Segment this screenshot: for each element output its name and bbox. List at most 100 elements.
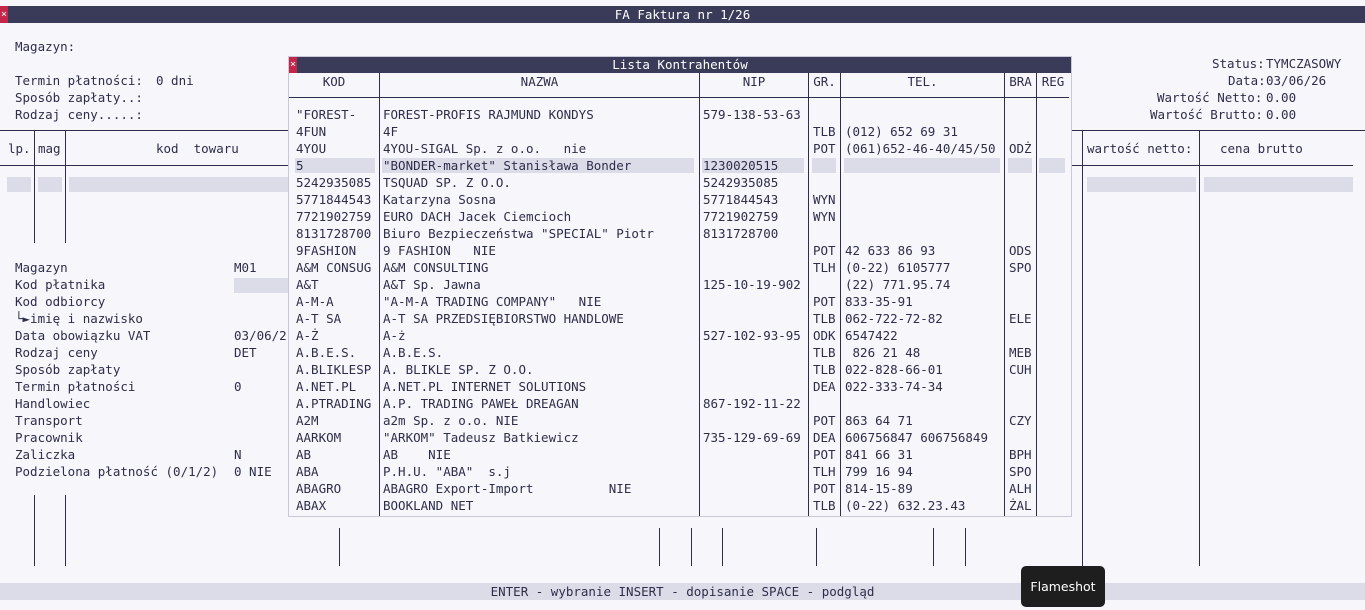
col-header-bra[interactable]: BRA — [1005, 73, 1036, 90]
cell-kod: ABAX — [296, 498, 327, 513]
contractor-row[interactable]: 5771844543 Katarzyna Sosna 5771844543 WYN — [289, 191, 1071, 208]
contractor-row[interactable]: A.PTRADING A.P. TRADING PAWEŁ DREAGAN 867-… — [289, 395, 1071, 412]
contractor-row[interactable]: A&T A&T Sp. Jawna 125-10-19-902 (22) 771.95… — [289, 276, 1071, 293]
cell-bra: SPO — [1009, 464, 1032, 479]
cell-bra: ŻAL — [1009, 498, 1032, 513]
brutto-value: 0.00 — [1266, 107, 1297, 122]
grid-divider — [34, 131, 35, 243]
contractor-row[interactable]: A&M CONSUG A&M CONSULTING TLH (0-22) 610577… — [289, 259, 1071, 276]
cell-kod: A-T SA — [296, 311, 342, 326]
cell-nazwa: Katarzyna Sosna — [383, 192, 496, 207]
grid-divider — [34, 495, 35, 566]
col-header-tel[interactable]: TEL. — [841, 73, 1004, 90]
cell-gr: POT — [813, 243, 836, 258]
contractor-row[interactable]: A-Ż A-ż 527-102-93-95 ODK 6547422 — [289, 327, 1071, 344]
footer-hints: ENTER - wybranie INSERT - dopisanie SPAC… — [0, 583, 1365, 600]
cell-nazwa: ABAGRO Export-Import NIE — [383, 481, 632, 496]
cell-bra: ODŻ — [1009, 141, 1032, 156]
cell-nazwa: A.B.E.S. — [383, 345, 444, 360]
grid-row-selected[interactable] — [38, 177, 62, 192]
kod-platnika-input[interactable] — [234, 278, 289, 293]
form-label: Zaliczka — [15, 447, 76, 462]
contractor-row[interactable]: A-M-A "A-M-A TRADING COMPANY" NIE POT 833-3… — [289, 293, 1071, 310]
contractor-row[interactable]: 4FUN 4F TLB (012) 652 69 31 — [289, 123, 1071, 140]
flameshot-tooltip: Flameshot — [1021, 566, 1105, 607]
contractor-row[interactable]: A.NET.PL A.NET.PL INTERNET SOLUTIONS DEA 02… — [289, 378, 1071, 395]
contractor-row[interactable]: 9FASHION 9 FASHION NIE POT 42 633 86 93 ODS — [289, 242, 1071, 259]
form-value[interactable]: M01 — [234, 259, 257, 276]
cell-tel: 833-35-91 — [845, 294, 913, 309]
contractor-row[interactable]: AARKOM "ARKOM" Tadeusz Batkiewicz 735-129-… — [289, 429, 1071, 446]
cell-tel: 062-722-72-82 — [845, 311, 943, 326]
cell-kod: A.PTRADING — [296, 396, 372, 411]
contractor-row[interactable]: A.BLIKLESP A. BLIKLE SP. Z O.O. TLB 022-828… — [289, 361, 1071, 378]
form-label: Kod płatnika — [15, 277, 106, 292]
cell-kod: AB — [296, 447, 312, 462]
cell-nip: 867-192-11-22 — [703, 396, 801, 411]
grid-row-selected[interactable] — [1204, 177, 1353, 192]
cell-nazwa: 9 FASHION NIE — [383, 243, 496, 258]
form-value[interactable]: DET — [234, 344, 257, 361]
contractor-row-selected[interactable]: 5 "BONDER-market" Stanisława Bonder 123002… — [289, 157, 1071, 174]
grid-col-kod: kod towaru — [156, 141, 239, 156]
grid-row-selected[interactable] — [1087, 177, 1196, 192]
cell-kod: A.B.E.S. — [296, 345, 357, 360]
dialog-header-line — [289, 97, 1069, 98]
cell-gr: WYN — [813, 209, 836, 224]
contractor-row[interactable]: 5242935085 TSQUAD SP. Z O.O. 5242935085 — [289, 174, 1071, 191]
cell-nazwa: A&M CONSULTING — [383, 260, 489, 275]
cell-kod: AARKOM — [296, 430, 342, 445]
cell-tel: (0-22) 632.23.43 — [845, 498, 966, 513]
contractor-row[interactable]: AB AB NIE POT 841 66 31 BPH — [289, 446, 1071, 463]
contractor-row[interactable]: ABA P.H.U. "ABA" s.j TLH 799 16 94 SPO — [289, 463, 1071, 480]
contractor-row[interactable]: 4YOU 4YOU-SIGAL Sp. z o.o. nie POT (061)652… — [289, 140, 1071, 157]
close-icon[interactable]: × — [0, 6, 8, 23]
cell-tel: 022-333-74-34 — [845, 379, 943, 394]
grid-row-selected[interactable] — [7, 177, 31, 192]
grid-row-selected[interactable] — [69, 177, 289, 192]
form-value[interactable]: 0 NIE — [234, 463, 272, 480]
brutto-label: Wartość Brutto: — [1150, 107, 1263, 122]
contractor-row[interactable]: ABAGRO ABAGRO Export-Import NIE POT 814-15-… — [289, 480, 1071, 497]
cell-gr: ODK — [813, 328, 836, 343]
cell-tel: (22) 771.95.74 — [845, 277, 951, 292]
cell-nazwa: AB NIE — [383, 447, 451, 462]
contractor-row[interactable]: 8131728700 Biuro Bezpieczeństwa "SPECIAL"… — [289, 225, 1071, 242]
cell-bra: ODS — [1009, 243, 1032, 258]
form-label: Handlowiec — [15, 396, 91, 411]
form-value[interactable]: 0 — [234, 378, 242, 395]
cell-nazwa: 4YOU-SIGAL Sp. z o.o. nie — [383, 141, 587, 156]
cell-kod: A-M-A — [296, 294, 334, 309]
data-label: Data: — [1228, 73, 1266, 88]
cell-nip: 8131728700 — [703, 226, 779, 241]
col-header-kod[interactable]: KOD — [289, 73, 379, 90]
close-icon[interactable]: × — [289, 57, 297, 73]
cell-kod: 5242935085 — [296, 175, 372, 190]
form-label: Termin płatności — [15, 379, 136, 394]
cell-nazwa: A. BLIKLE SP. Z O.O. — [383, 362, 534, 377]
contractor-row[interactable]: "FOREST- FOREST-PROFIS RAJMUND KONDYS 579-… — [289, 106, 1071, 123]
cell-gr: WYN — [813, 192, 836, 207]
col-header-reg[interactable]: REG — [1037, 73, 1069, 90]
cell-gr: TLB — [813, 345, 836, 360]
contractor-row[interactable]: A-T SA A-T SA PRZEDSIĘBIORSTWO HANDLOWE TL… — [289, 310, 1071, 327]
cell-bra: CUH — [1009, 362, 1032, 377]
col-header-gr[interactable]: GR. — [809, 73, 840, 90]
cell-tel: 841 66 31 — [845, 447, 913, 462]
contractor-row[interactable]: ABAX BOOKLAND NET TLB (0-22) 632.23.43 ŻAL — [289, 497, 1071, 514]
contractor-row[interactable]: 7721902759 EURO DACH Jacek Ciemcioch 77219… — [289, 208, 1071, 225]
form-label: Pracownik — [15, 430, 83, 445]
form-value[interactable]: 03/06/2 — [234, 327, 287, 344]
grid-divider — [933, 528, 934, 566]
form-value[interactable]: N — [234, 446, 242, 463]
contractor-row[interactable]: A.B.E.S. A.B.E.S. TLB 826 21 48 MEB — [289, 344, 1071, 361]
contractor-row[interactable]: A2M a2m Sp. z o.o. NIE POT 863 64 71 CZY — [289, 412, 1071, 429]
col-header-nip[interactable]: NIP — [700, 73, 808, 90]
cell-tel: (0-22) 6105777 — [845, 260, 951, 275]
col-header-nazwa[interactable]: NAZWA — [380, 73, 699, 90]
cell-nip: 5242935085 — [703, 175, 779, 190]
cell-nazwa: A.NET.PL INTERNET SOLUTIONS — [383, 379, 587, 394]
rodzaj-label: Rodzaj ceny.....: — [15, 107, 143, 122]
cell-nip: 527-102-93-95 — [703, 328, 801, 343]
cell-tel: 42 633 86 93 — [845, 243, 936, 258]
